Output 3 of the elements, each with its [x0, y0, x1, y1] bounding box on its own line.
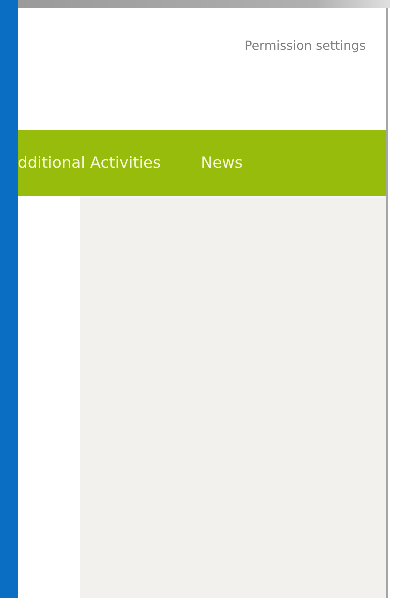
nav-link[interactable]: dditional Activities	[18, 154, 162, 172]
permission-settings-link[interactable]: Permission settings	[244, 38, 366, 53]
nav-link[interactable]: News	[201, 154, 244, 172]
